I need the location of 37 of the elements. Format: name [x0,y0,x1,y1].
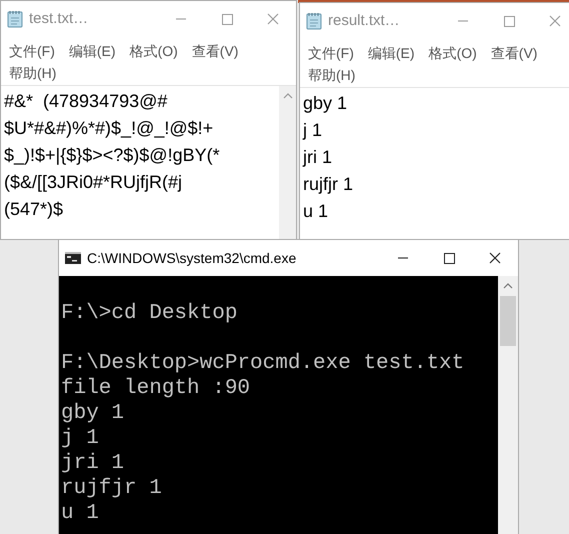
scroll-up-icon [282,92,292,100]
console-line: u 1 [61,501,100,526]
maximize-icon [502,14,516,28]
menu-item[interactable]: 编辑(E) [68,41,116,61]
console-line: F:\Desktop>wcProcmd.exe test.txt [61,351,466,376]
console-line: gby 1 [61,401,126,426]
menu-item[interactable]: 帮助(H) [308,65,356,85]
console-line: j 1 [61,426,100,451]
scroll-thumb[interactable] [500,296,516,346]
console-line: F:\>cd Desktop [61,301,238,326]
menu-item[interactable]: 文件(F) [9,41,55,61]
close-icon [266,12,280,26]
menu-item[interactable]: 编辑(E) [368,43,415,63]
console-line: file length :90 [61,376,252,401]
text-content[interactable]: gby 1 j 1 jri 1 rujfjr 1 u 1 [300,88,569,239]
scroll-up-icon [503,282,513,290]
window-title: test.txt… [29,8,88,29]
maximize-icon [442,252,456,264]
menu-item[interactable]: 帮助(H) [9,63,56,83]
menu-item[interactable]: 格式(O) [130,41,178,61]
notepad-icon [7,10,23,28]
window-title: C:\WINDOWS\system32\cmd.exe [87,248,296,268]
console-line: jri 1 [61,451,126,476]
close-icon [548,14,562,28]
scrollbar[interactable] [498,276,518,534]
window-title: result.txt… [328,10,400,31]
console-line: rujfjr 1 [61,476,163,501]
close-icon [488,252,502,264]
maximize-icon [220,12,234,26]
menu-item[interactable]: 查看(V) [490,43,538,63]
text-content[interactable]: #&* (478934793@# $U*#&#)%*#)$_!@_!@$!+ $_)!$+|{$}$><?$)$@!gBY(* ($&/[[3JRi0#*RUjfjR(#j (547*)$ [1,86,279,239]
console-icon [65,251,81,265]
menu-item[interactable]: 文件(F) [308,43,354,63]
notepad-icon [306,12,322,30]
menu-item[interactable]: 查看(V) [192,41,238,61]
scrollbar[interactable] [279,86,296,239]
menu-item[interactable]: 格式(O) [428,43,477,63]
